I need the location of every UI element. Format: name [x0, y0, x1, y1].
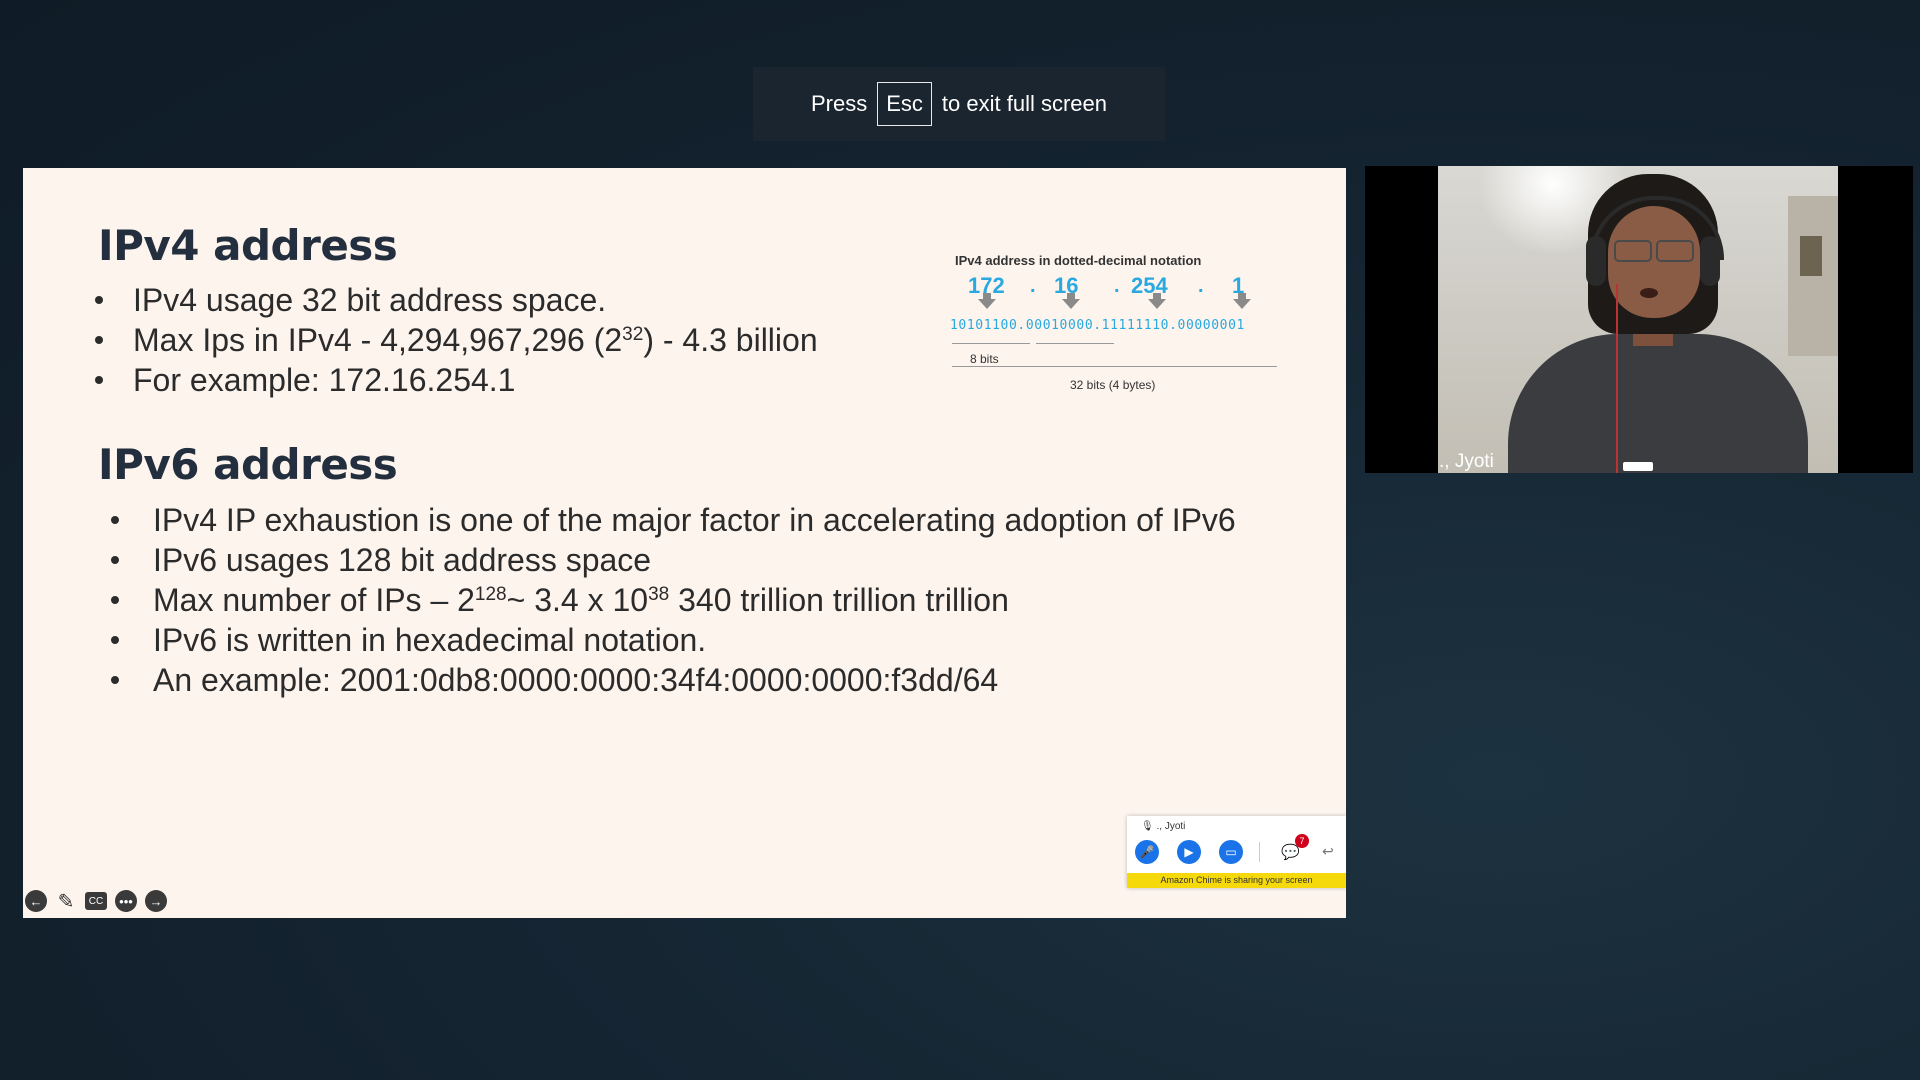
slide-controls: ← ✎ CC ••• → — [23, 890, 167, 913]
down-arrow-icon — [1148, 293, 1166, 309]
leave-icon[interactable]: ↩ — [1322, 843, 1334, 860]
octet-separator: . — [1030, 275, 1036, 297]
presenter-name: 🎙 ., Jyoti — [1141, 821, 1186, 832]
audio-indicator-icon — [1623, 462, 1653, 471]
previous-slide-button[interactable]: ← — [25, 890, 47, 912]
ipv6-heading: IPv6 address — [98, 440, 398, 489]
octet-separator: . — [1198, 275, 1204, 297]
list-item: IPv4 IP exhaustion is one of the major f… — [111, 500, 1261, 540]
diagram-title: IPv4 address in dotted-decimal notation — [955, 253, 1202, 268]
total-label: 32 bits (4 bytes) — [1070, 378, 1156, 392]
down-arrow-icon — [978, 293, 996, 309]
list-item: Max Ips in IPv4 - 4,294,967,296 (232) - … — [95, 320, 818, 360]
participant-video — [1438, 166, 1838, 473]
down-arrow-icon — [1062, 293, 1080, 309]
shared-slide: IPv4 address IPv4 usage 32 bit address s… — [23, 168, 1346, 918]
chime-meeting-bar: 🎙 ., Jyoti 🎤 ▶ ▭ 💬 7 ↩ Amazon Chime is s… — [1127, 816, 1346, 888]
captions-button[interactable]: CC — [85, 892, 107, 910]
down-arrow-icon — [1233, 293, 1251, 309]
octet-separator: . — [1114, 275, 1120, 297]
ipv6-bullets: IPv4 IP exhaustion is one of the major f… — [111, 500, 1261, 700]
sharing-banner: Amazon Chime is sharing your screen — [1127, 873, 1346, 888]
divider — [1259, 842, 1260, 862]
list-item: IPv6 is written in hexadecimal notation. — [111, 620, 1261, 660]
chat-badge: 7 — [1295, 834, 1309, 848]
byte-bracket — [952, 337, 1030, 344]
ipv4-notation-diagram: IPv4 address in dotted-decimal notation … — [928, 253, 1288, 393]
octet: 254 — [1131, 273, 1168, 298]
next-slide-button[interactable]: → — [145, 890, 167, 912]
ipv4-heading: IPv4 address — [98, 221, 398, 270]
list-item: For example: 172.16.254.1 — [95, 360, 818, 400]
list-item: An example: 2001:0db8:0000:0000:34f4:000… — [111, 660, 1261, 700]
camera-button[interactable]: ▶ — [1177, 840, 1201, 864]
total-bracket — [952, 360, 1277, 367]
ipv4-bullets: IPv4 usage 32 bit address space. Max Ips… — [95, 280, 818, 400]
binary-bits: 10101100.00010000.11111110.00000001 — [950, 318, 1245, 333]
list-item: IPv6 usages 128 bit address space — [111, 540, 1261, 580]
video-tile[interactable] — [1365, 166, 1913, 473]
microphone-button[interactable]: 🎤 — [1135, 840, 1159, 864]
more-options-button[interactable]: ••• — [115, 890, 137, 912]
fullscreen-toast: Press Esc to exit full screen — [753, 67, 1165, 141]
list-item: IPv4 usage 32 bit address space. — [95, 280, 818, 320]
list-item: Max number of IPs – 2128~ 3.4 x 1038 340… — [111, 580, 1261, 620]
participant-name: ., Jyoti — [1439, 451, 1494, 472]
screen-share-button[interactable]: ▭ — [1219, 840, 1243, 864]
toast-prefix: Press — [810, 91, 868, 116]
byte-bracket — [1036, 337, 1114, 344]
toast-suffix: to exit full screen — [941, 91, 1107, 116]
pen-icon[interactable]: ✎ — [55, 890, 77, 913]
esc-key: Esc — [877, 82, 932, 126]
